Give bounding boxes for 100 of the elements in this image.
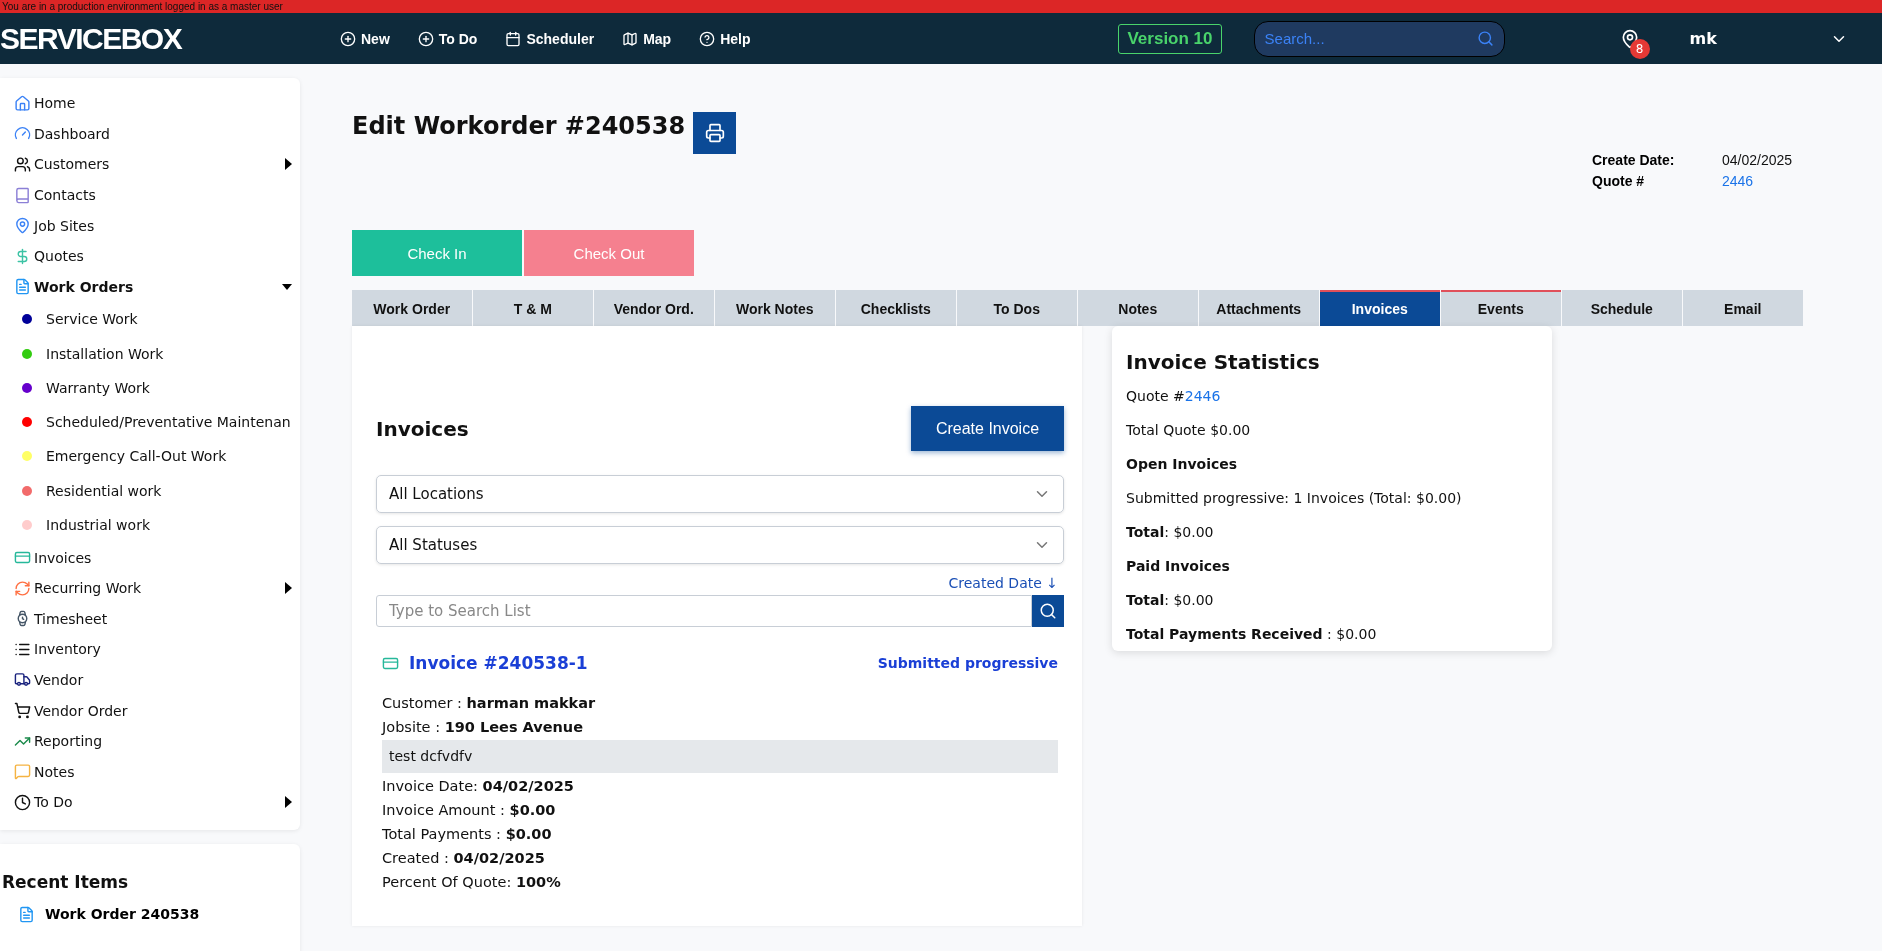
invoices-title: Invoices [376, 416, 469, 441]
list-search-field[interactable]: Type to Search List [376, 595, 1032, 627]
logo[interactable]: SERVICEBOX [0, 21, 340, 56]
tab[interactable]: Email [1683, 290, 1803, 326]
invoice-field: Jobsite : 190 Lees Avenue [382, 715, 1058, 739]
tab[interactable]: Notes [1078, 290, 1198, 326]
refresh-icon [14, 579, 31, 597]
statistics-line: Total Payments Received : $0.00 [1126, 626, 1378, 644]
clock-icon [14, 793, 31, 811]
sidebar-item[interactable]: Contacts [14, 179, 292, 211]
calendar-icon [505, 30, 522, 47]
nav-link[interactable]: Help [699, 30, 751, 47]
cart-icon [14, 702, 31, 719]
sidebar-subitem[interactable]: Installation Work [14, 336, 292, 371]
caret-icon [285, 796, 292, 809]
tab[interactable]: Events [1441, 290, 1561, 326]
statistics-line: Total: $0.00 [1126, 592, 1215, 610]
sidebar-item[interactable]: Inventory [14, 634, 292, 665]
meta-value: 04/02/2025 [1722, 152, 1794, 170]
invoice-link[interactable]: Invoice #240538-1 [409, 653, 588, 673]
plus-icon [417, 30, 434, 47]
sidebar-item[interactable]: Recurring Work [14, 572, 292, 604]
sidebar-item[interactable]: Job Sites [14, 210, 292, 241]
chat-icon [14, 763, 31, 781]
truck-icon [14, 671, 31, 689]
sidebar-item[interactable]: Work Orders [14, 271, 292, 303]
caret-icon [282, 283, 292, 290]
statistics-heading: Paid Invoices [1126, 558, 1231, 576]
tab[interactable]: Work Notes [715, 290, 835, 326]
tab[interactable]: Attachments [1199, 290, 1319, 326]
plus-icon [340, 30, 356, 47]
filter-dropdown[interactable]: All Locations [376, 475, 1064, 513]
nav-link[interactable]: To Do [417, 30, 478, 47]
filter-dropdown[interactable]: All Statuses [376, 526, 1064, 564]
sidebar-subitem[interactable]: Industrial work [14, 507, 292, 543]
book-icon [14, 186, 31, 204]
statistics-title: Invoice Statistics [1126, 350, 1321, 374]
statistics-line: Total Quote $0.00 [1126, 422, 1252, 440]
home-icon [14, 94, 31, 112]
quote-link[interactable]: 2446 [1184, 388, 1221, 404]
print-button[interactable] [693, 112, 737, 154]
nav-link[interactable]: Map [622, 30, 672, 47]
create-invoice-button[interactable]: Create Invoice [911, 406, 1064, 451]
sidebar-item[interactable]: Invoices [14, 542, 292, 573]
meta-label: Create Date: [1592, 152, 1676, 170]
invoice-field: Invoice Amount : $0.00 [382, 798, 1058, 822]
sidebar-item[interactable]: Home [14, 88, 292, 119]
map-icon [622, 30, 639, 47]
statistics-line: Total: $0.00 [1126, 524, 1215, 542]
search-button[interactable] [1032, 595, 1064, 627]
sidebar-item[interactable]: To Do [14, 787, 292, 818]
document-icon [14, 278, 31, 296]
search-icon [1476, 30, 1494, 47]
recent-item[interactable]: Work Order 240538 [2, 905, 300, 923]
sidebar-subitem[interactable]: Scheduled/Preventative Maintenan [14, 405, 292, 440]
invoice-field: Percent Of Quote: 100% [382, 870, 1058, 894]
invoice-status: Submitted progressive [877, 655, 1058, 671]
nav-link[interactable]: Scheduler [505, 30, 595, 47]
sidebar-subitem[interactable]: Residential work [14, 473, 292, 508]
search-icon [1039, 602, 1057, 620]
tab[interactable]: Work Order [352, 290, 472, 326]
caret-icon [285, 582, 292, 595]
map-pin-icon [14, 217, 31, 235]
tab[interactable]: T & M [473, 290, 593, 326]
printer-icon [704, 123, 725, 143]
page-title: Edit Workorder #240538 [352, 112, 686, 140]
tab[interactable]: Schedule [1562, 290, 1682, 326]
tab[interactable]: To Dos [957, 290, 1077, 326]
invoice-field: Customer : harman makkar [382, 691, 1058, 715]
document-icon [18, 905, 35, 923]
sidebar-item[interactable]: Vendor [14, 664, 292, 696]
notification-badge: 8 [1629, 38, 1650, 59]
meta-label: Quote # [1592, 173, 1646, 191]
sidebar-item[interactable]: Quotes [14, 240, 292, 272]
sidebar-item[interactable]: Notes [14, 756, 292, 787]
sidebar-subitem[interactable]: Service Work [14, 302, 292, 337]
user-name[interactable]: mk [1689, 29, 1830, 48]
nav-link[interactable]: New [340, 30, 390, 47]
tab[interactable]: Checklists [836, 290, 956, 326]
caret-icon [285, 158, 292, 171]
tab[interactable]: Invoices [1320, 290, 1440, 326]
sidebar-item[interactable]: Dashboard [14, 118, 292, 150]
invoice-field: Created : 04/02/2025 [382, 846, 1058, 870]
help-icon [699, 30, 716, 47]
sidebar-item[interactable]: Vendor Order [14, 695, 292, 726]
sidebar-subitem[interactable]: Warranty Work [14, 370, 292, 406]
statistics-line: Submitted progressive: 1 Invoices (Total: $0.00) [1126, 490, 1463, 508]
invoice-field: Invoice Date: 04/02/2025 [382, 774, 1058, 798]
version-badge: Version 10 [1118, 23, 1222, 54]
invoice-note: test dcfvdfv [382, 740, 1058, 773]
invoice-field: Total Payments : $0.00 [382, 822, 1058, 846]
statistics-line: Quote #2446 [1126, 388, 1222, 406]
sort-link[interactable]: Created Date ↓ [948, 575, 1058, 591]
quote-link[interactable]: 2446 [1722, 173, 1832, 192]
tab[interactable]: Vendor Ord. [594, 290, 714, 326]
sidebar-subitem[interactable]: Emergency Call-Out Work [14, 439, 292, 474]
sidebar-item[interactable]: Customers [14, 149, 292, 180]
sidebar-item[interactable]: Timesheet [14, 603, 292, 634]
sidebar-item[interactable]: Reporting [14, 725, 292, 757]
statistics-heading: Open Invoices [1126, 456, 1239, 474]
